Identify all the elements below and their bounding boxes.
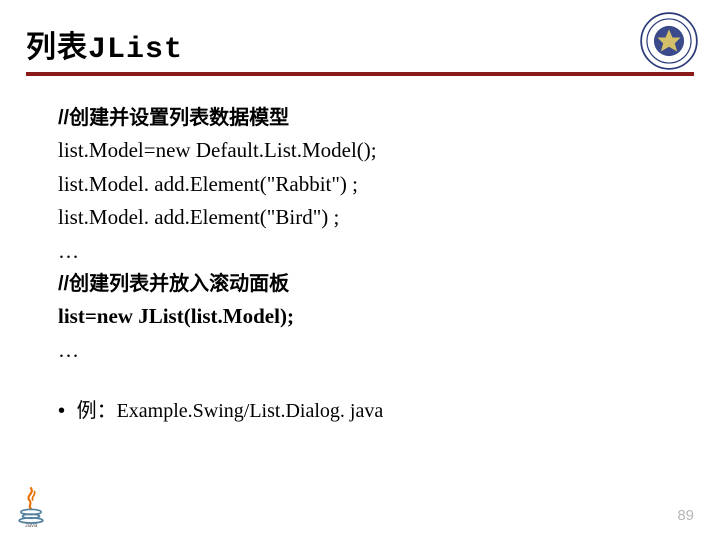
title-rule bbox=[26, 72, 694, 76]
title-cn: 列表 bbox=[26, 31, 88, 64]
svg-text:Java: Java bbox=[25, 523, 38, 528]
example-label: 例： bbox=[77, 400, 117, 422]
code-line: list.Model. add.Element("Rabbit") ; bbox=[58, 168, 694, 202]
title-mono: JList bbox=[88, 33, 183, 67]
example-line: • 例：Example.Swing/List.Dialog. java bbox=[26, 394, 694, 423]
comment-line: //创建列表并放入滚动面板 bbox=[58, 268, 694, 300]
page-number: 89 bbox=[677, 507, 694, 524]
code-line: list.Model=new Default.List.Model(); bbox=[58, 134, 694, 168]
code-line: list=new JList(list.Model); bbox=[58, 300, 694, 334]
code-line: list.Model. add.Element("Bird") ; bbox=[58, 201, 694, 235]
code-block: //创建并设置列表数据模型 list.Model=new Default.Lis… bbox=[26, 102, 694, 368]
bullet-icon: • bbox=[58, 400, 65, 422]
university-seal-icon bbox=[640, 12, 698, 70]
slide: 列表JList //创建并设置列表数据模型 list.Model=new Def… bbox=[0, 0, 720, 540]
java-logo-icon: Java bbox=[14, 484, 48, 528]
example-path: Example.Swing/List.Dialog. java bbox=[117, 400, 384, 422]
ellipsis: … bbox=[58, 334, 694, 368]
ellipsis: … bbox=[58, 235, 694, 269]
title-row: 列表JList bbox=[26, 18, 694, 70]
slide-title: 列表JList bbox=[26, 22, 183, 67]
comment-line: //创建并设置列表数据模型 bbox=[58, 102, 694, 134]
